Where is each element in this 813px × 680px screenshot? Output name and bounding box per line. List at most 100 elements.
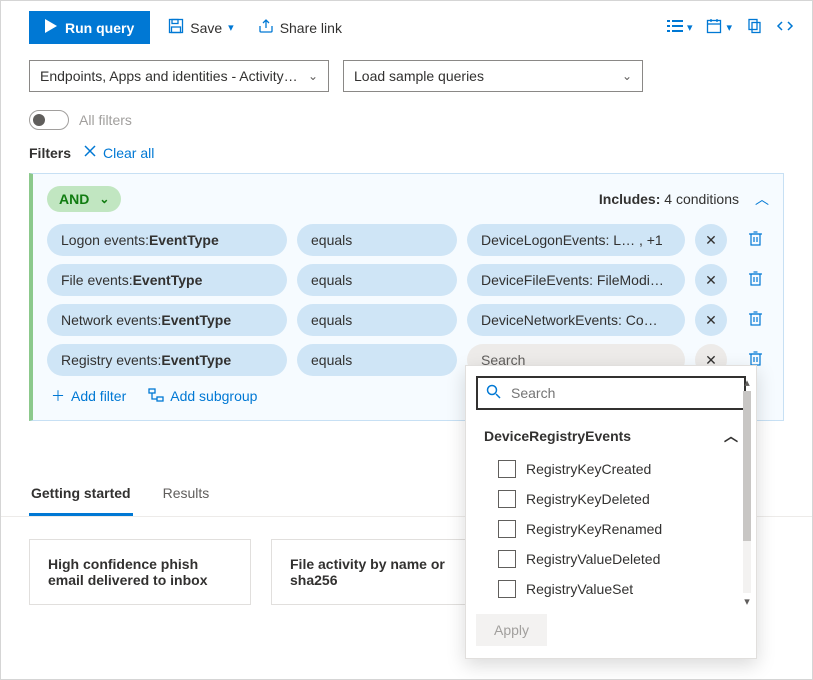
delete-row-button[interactable] [741,270,769,291]
operator-label: AND [59,191,89,207]
value-picker-popover: DeviceRegistryEvents ︿ RegistryKeyCreate… [465,365,757,659]
all-filters-toggle[interactable] [29,110,69,130]
add-filter-button[interactable]: ＋ Add filter [51,386,126,406]
clear-all-button[interactable]: Clear all [83,144,154,161]
clear-all-label: Clear all [103,145,154,161]
card-title: High confidence phish email delivered to… [48,556,208,588]
save-label: Save [190,20,222,36]
value-pill[interactable]: DeviceLogonEvents: L… , +1 [467,224,685,256]
toolbar-right: ▾ ▾ [667,18,794,37]
code-view-button[interactable] [776,18,794,37]
chevron-down-icon: ⌄ [99,192,109,206]
trash-icon [748,233,763,250]
operator-pill[interactable]: equals [297,304,457,336]
trash-icon [748,313,763,330]
list-icon [667,18,683,37]
checkbox[interactable] [498,490,516,508]
toolbar: Run query Save ▾ Share link ▾ ▾ [1,1,812,54]
option-row[interactable]: RegistryKeyCreated [476,454,746,484]
clear-value-button[interactable]: ✕ [695,304,727,336]
card-title: File activity by name or sha256 [290,556,445,588]
option-label: RegistryKeyDeleted [526,491,650,507]
apply-button[interactable]: Apply [476,614,547,646]
save-button[interactable]: Save ▾ [162,12,239,43]
filters-label: Filters [29,145,71,161]
field-pill[interactable]: File events: EventType [47,264,287,296]
option-label: RegistryValueDeleted [526,551,660,567]
field-pill[interactable]: Logon events: EventType [47,224,287,256]
query-card[interactable]: File activity by name or sha256 [271,539,493,605]
trash-icon [748,273,763,290]
panel-header: AND ⌄ Includes: 4 conditions ︿ [47,186,769,212]
close-icon: ✕ [705,232,717,249]
field-pill[interactable]: Registry events: EventType [47,344,287,376]
checkbox[interactable] [498,520,516,538]
delete-row-button[interactable] [741,230,769,251]
value-pill[interactable]: DeviceFileEvents: FileModi… [467,264,685,296]
operator-pill[interactable]: equals [297,224,457,256]
date-range-button[interactable]: ▾ [706,18,732,37]
code-icon [776,21,794,37]
field-pill[interactable]: Network events: EventType [47,304,287,336]
add-subgroup-label: Add subgroup [170,388,257,404]
subgroup-icon [148,388,164,405]
chevron-down-icon: ⌄ [308,69,318,83]
option-label: RegistryKeyCreated [526,461,651,477]
option-row[interactable]: RegistryKeyDeleted [476,484,746,514]
operator-chip[interactable]: AND ⌄ [47,186,121,212]
tab-results[interactable]: Results [161,475,212,516]
scope-dropdown[interactable]: Endpoints, Apps and identities - Activit… [29,60,329,92]
clear-value-button[interactable]: ✕ [695,224,727,256]
filters-header: Filters Clear all [1,138,812,173]
operator-pill[interactable]: equals [297,344,457,376]
chevron-down-icon: ▾ [228,21,234,34]
tab-getting-started[interactable]: Getting started [29,475,133,516]
popover-group-title: DeviceRegistryEvents [484,428,631,444]
scroll-up-icon[interactable]: ▴ [744,376,750,389]
search-icon [486,384,501,402]
run-query-label: Run query [65,20,134,36]
list-view-button[interactable]: ▾ [667,18,693,37]
sample-queries-dropdown[interactable]: Load sample queries ⌄ [343,60,643,92]
close-icon: ✕ [705,272,717,289]
option-row[interactable]: RegistryKeyRenamed [476,514,746,544]
save-icon [168,18,184,37]
chevron-up-icon: ︿ [755,191,769,207]
chevron-down-icon: ⌄ [622,69,632,83]
copy-icon [746,21,762,37]
popover-search[interactable] [476,376,746,410]
share-link-button[interactable]: Share link [252,12,348,43]
includes-summary: Includes: 4 conditions [599,191,739,207]
scope-value: Endpoints, Apps and identities - Activit… [40,68,298,84]
condition-row: File events: EventType equals DeviceFile… [47,264,769,296]
collapse-panel-button[interactable]: ︿ [755,189,769,209]
popover-search-input[interactable] [509,384,736,402]
checkbox[interactable] [498,550,516,568]
value-pill[interactable]: DeviceNetworkEvents: Co… [467,304,685,336]
dropdown-row: Endpoints, Apps and identities - Activit… [1,54,812,102]
checkbox[interactable] [498,460,516,478]
option-row[interactable]: RegistryValueDeleted [476,544,746,574]
share-label: Share link [280,20,342,36]
option-row[interactable]: RegistryValueSet [476,574,746,604]
share-icon [258,18,274,37]
scroll-down-icon[interactable]: ▾ [744,595,750,608]
chevron-down-icon: ▾ [726,21,732,34]
run-query-button[interactable]: Run query [29,11,150,44]
scroll-track[interactable] [743,391,751,593]
clear-value-button[interactable]: ✕ [695,264,727,296]
plus-icon: ＋ [51,386,65,406]
operator-pill[interactable]: equals [297,264,457,296]
checkbox[interactable] [498,580,516,598]
copy-query-button[interactable] [746,18,762,37]
delete-row-button[interactable] [741,310,769,331]
calendar-icon [706,18,722,37]
scroll-thumb[interactable] [743,391,751,541]
add-subgroup-button[interactable]: Add subgroup [148,386,257,406]
popover-scrollbar[interactable]: ▴ ▾ [740,376,754,608]
all-filters-label: All filters [79,112,132,128]
popover-group-header[interactable]: DeviceRegistryEvents ︿ [476,422,746,454]
query-card[interactable]: High confidence phish email delivered to… [29,539,251,605]
includes-prefix: Includes: [599,191,660,207]
close-icon [83,144,97,161]
